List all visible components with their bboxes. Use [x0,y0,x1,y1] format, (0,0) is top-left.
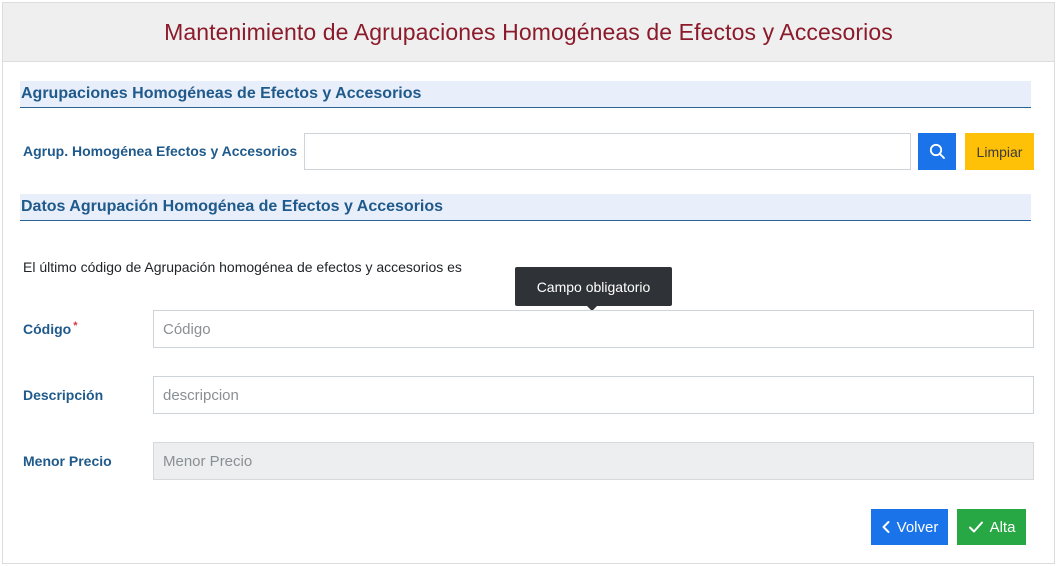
required-asterisk: * [73,320,78,332]
search-section-title: Agrupaciones Homogéneas de Efectos y Acc… [21,85,422,102]
agrupacion-search-label: Agrup. Homogénea Efectos y Accesorios [23,143,298,159]
search-button[interactable] [918,133,956,170]
chevron-left-icon [881,520,891,534]
descripcion-label: Descripción [23,387,104,403]
menor-precio-input [153,442,1034,480]
search-section-header: Agrupaciones Homogéneas de Efectos y Acc… [20,81,1031,108]
add-button[interactable]: Alta [957,509,1026,545]
data-section-header: Datos Agrupación Homogénea de Efectos y … [20,194,1031,221]
search-icon [929,143,946,160]
back-button[interactable]: Volver [871,509,948,545]
add-button-label: Alta [989,518,1016,536]
page-title: Mantenimiento de Agrupaciones Homogéneas… [164,18,893,45]
last-code-info-text: El último código de Agrupación homogénea… [23,259,462,275]
menor-precio-label: Menor Precio [23,453,112,469]
clear-button[interactable]: Limpiar [965,133,1034,170]
check-icon [968,520,984,534]
codigo-input[interactable] [153,310,1034,348]
required-field-tooltip: Campo obligatorio [515,267,672,306]
codigo-label: Código * [23,320,78,337]
panel-header: Mantenimiento de Agrupaciones Homogéneas… [3,3,1054,62]
agrupacion-search-input[interactable] [304,133,911,170]
data-section-title: Datos Agrupación Homogénea de Efectos y … [21,198,444,215]
back-button-label: Volver [896,518,939,536]
descripcion-input[interactable] [153,376,1034,414]
codigo-label-text: Código [23,321,72,337]
